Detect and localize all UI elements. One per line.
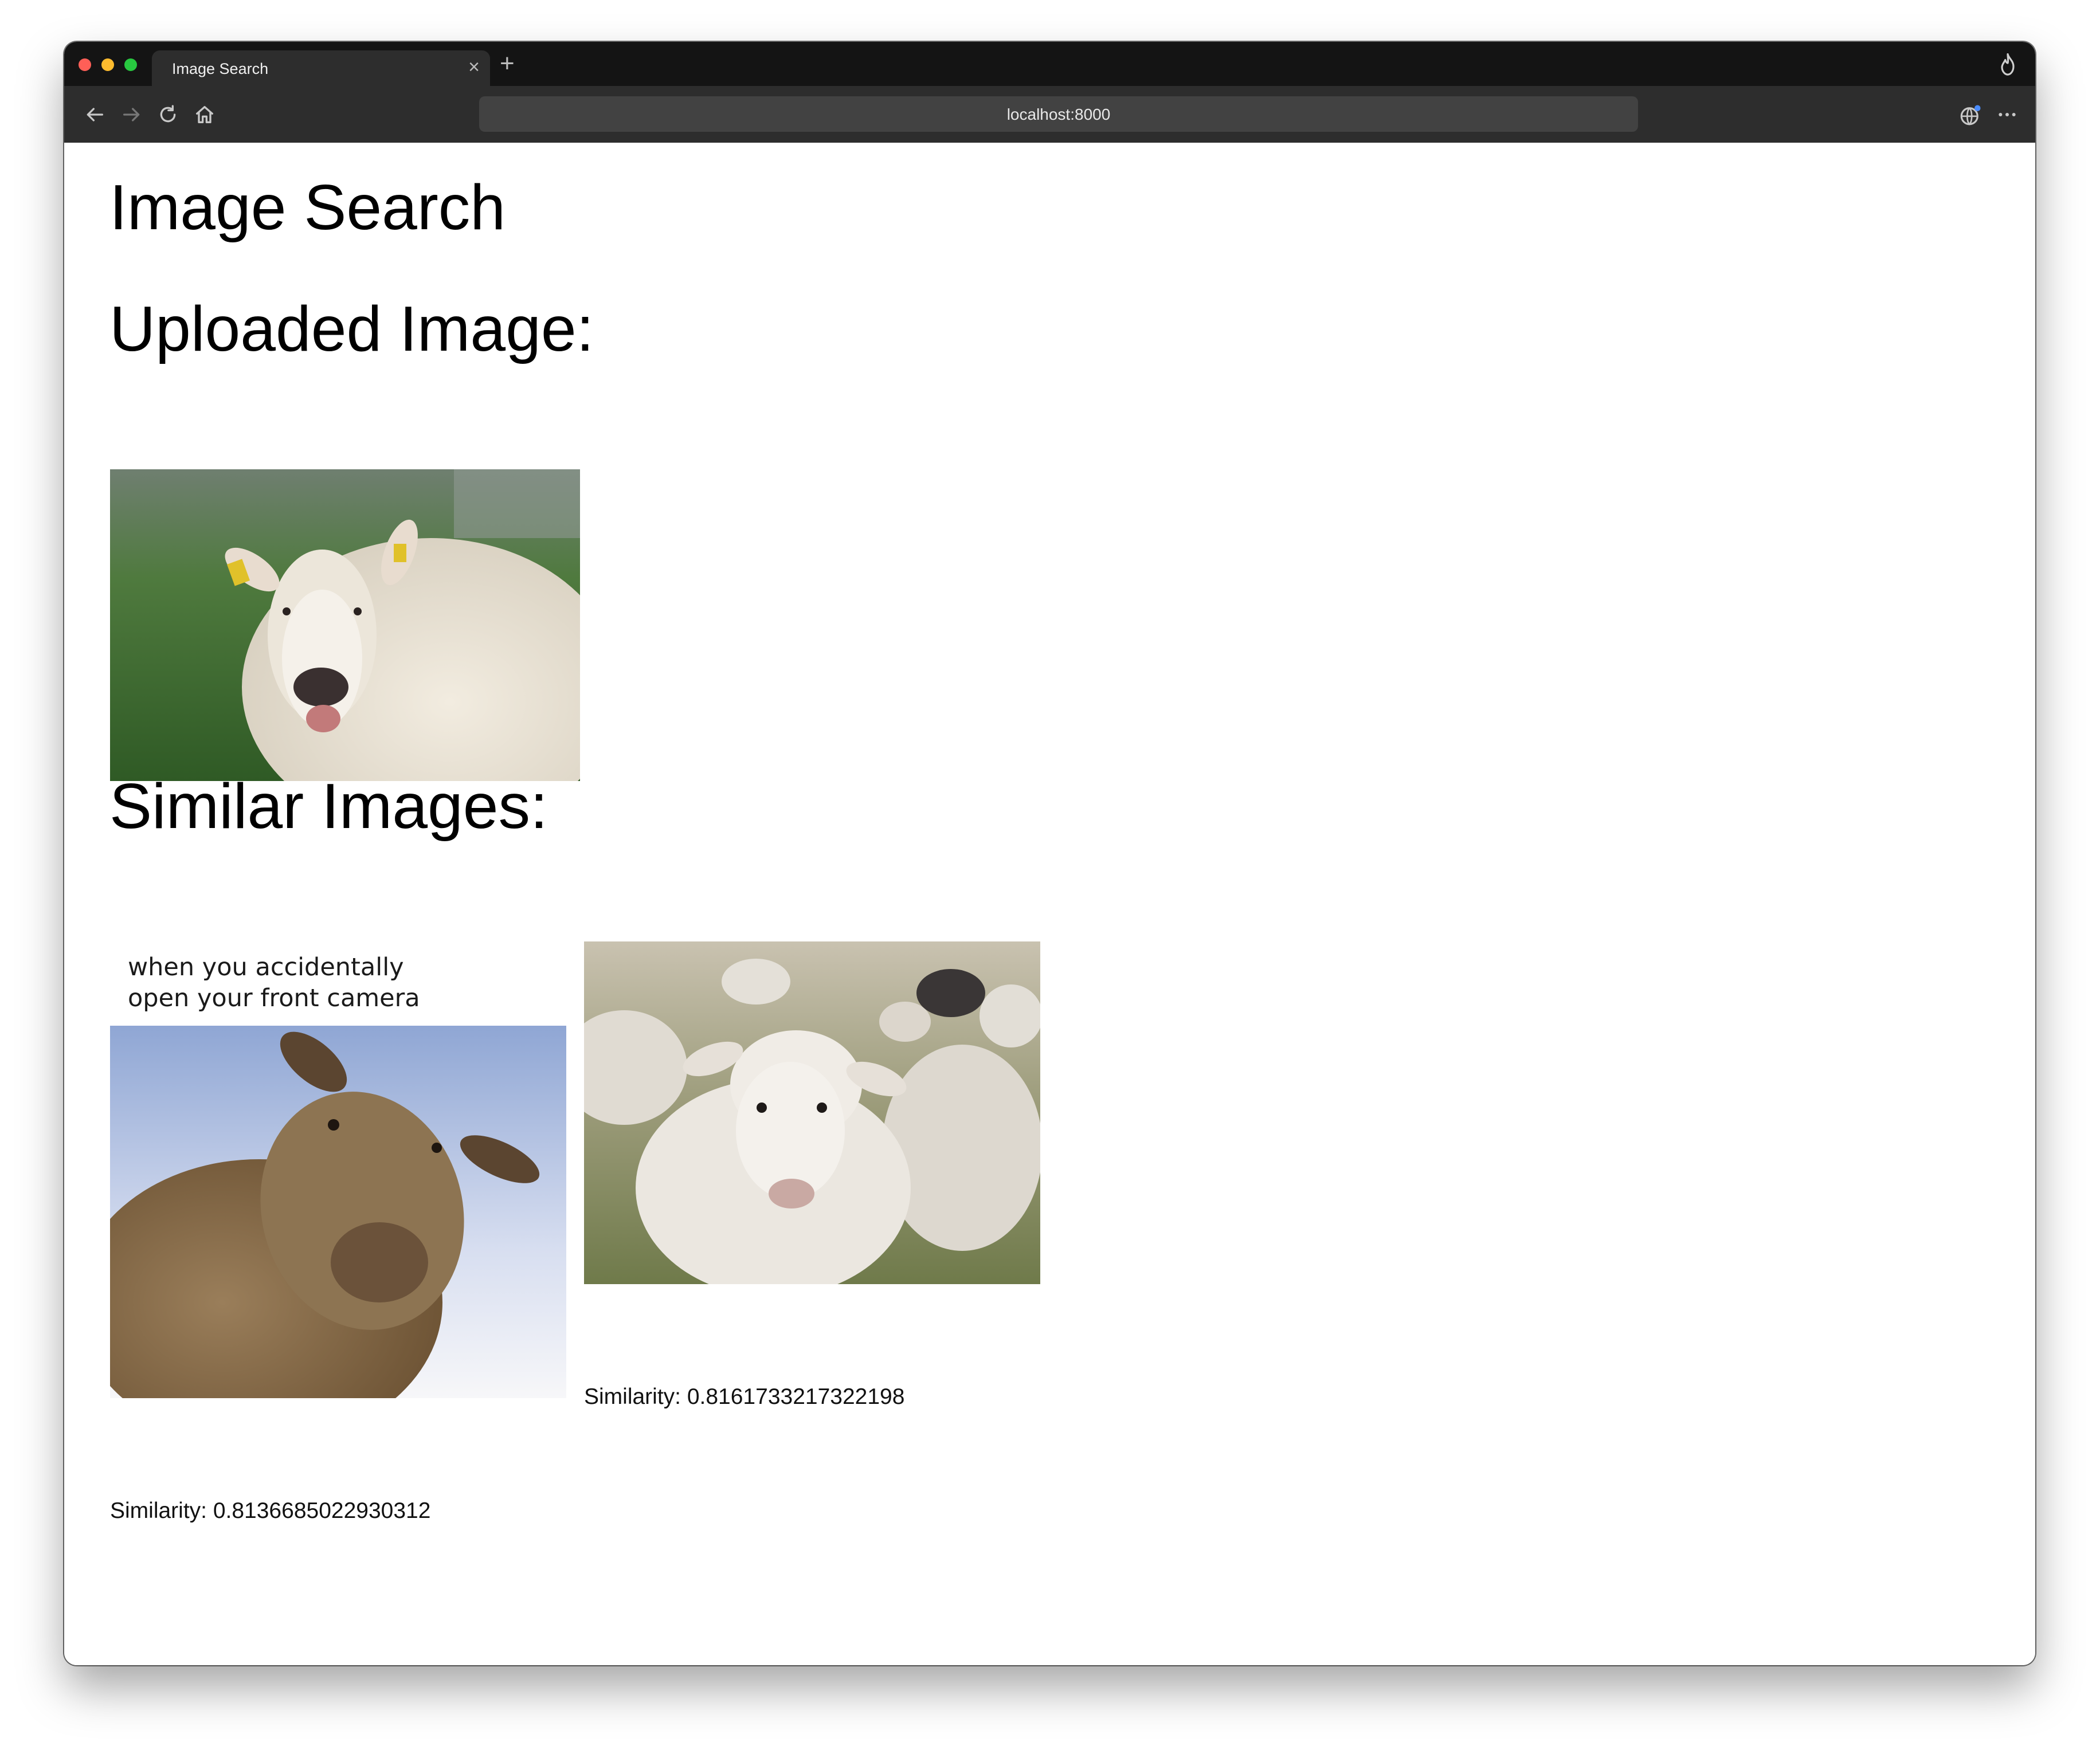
back-arrow-icon[interactable] [83, 103, 106, 126]
extension-icon[interactable] [1958, 103, 1983, 127]
close-window-button[interactable] [79, 58, 91, 71]
minimize-window-button[interactable] [101, 58, 114, 71]
similarity-score-2: Similarity: 0.8161733217322198 [584, 1384, 905, 1409]
navigation-toolbar: localhost:8000 [64, 86, 2035, 143]
tab-image-search[interactable]: Image Search × [152, 50, 490, 86]
browser-window: Image Search × + localhost:8000 Image Se… [64, 42, 2035, 1665]
forward-arrow-icon[interactable] [120, 103, 143, 126]
address-bar[interactable]: localhost:8000 [479, 96, 1638, 132]
result-image-2[interactable] [584, 941, 1040, 1284]
tab-close-icon[interactable]: × [468, 57, 480, 77]
tab-title: Image Search [172, 60, 269, 77]
tab-strip: Image Search × + [64, 42, 2035, 86]
uploaded-image-heading: Uploaded Image: [109, 293, 594, 364]
page-title: Image Search [109, 172, 506, 244]
page-content: Image Search Uploaded Image: Similar Ima… [64, 143, 2035, 1665]
uploaded-image [110, 469, 580, 781]
result-image-1[interactable]: when you accidentally open your front ca… [110, 941, 566, 1398]
new-tab-button[interactable]: + [500, 51, 515, 76]
url-text: localhost:8000 [1006, 105, 1111, 123]
similarity-score-1: Similarity: 0.8136685022930312 [110, 1498, 431, 1523]
flame-icon[interactable] [1997, 53, 2018, 76]
similar-images-heading: Similar Images: [109, 771, 548, 842]
meme-caption: when you accidentally open your front ca… [128, 953, 420, 1013]
more-menu-icon[interactable] [1995, 103, 2020, 126]
maximize-window-button[interactable] [124, 58, 137, 71]
home-icon[interactable] [193, 103, 216, 126]
reload-icon[interactable] [156, 103, 179, 126]
